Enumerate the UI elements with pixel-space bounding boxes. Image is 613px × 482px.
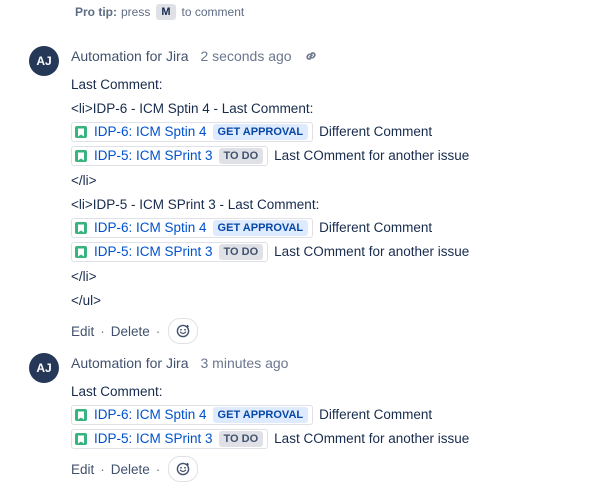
issue-line: IDP-5: ICM SPrint 3 TO DO Last COmment f…: [71, 429, 469, 449]
status-badge: GET APPROVAL: [212, 124, 309, 140]
pro-tip: Pro tip: press M to comment: [75, 4, 244, 20]
issue-comment-text: Different Comment: [319, 220, 433, 235]
issue-link[interactable]: IDP-5: ICM SPrint 3 TO DO: [71, 242, 269, 262]
add-reaction-icon: [176, 462, 190, 476]
issue-link[interactable]: IDP-6: ICM Sptin 4 GET APPROVAL: [71, 218, 314, 238]
issue-link[interactable]: IDP-6: ICM Sptin 4 GET APPROVAL: [71, 405, 314, 425]
comment-text-line: </ul>: [71, 293, 102, 308]
issue-comment-text: Last COmment for another issue: [274, 148, 470, 163]
issue-key[interactable]: IDP-6: ICM Sptin 4: [94, 218, 207, 238]
issue-line: IDP-6: ICM Sptin 4 GET APPROVAL Differen…: [71, 405, 432, 425]
link-icon[interactable]: [304, 49, 318, 63]
comment-author[interactable]: Automation for Jira: [71, 48, 189, 64]
comment-text-line: <li>IDP-6 - ICM Sptin 4 - Last Comment:: [71, 101, 314, 116]
comment-author[interactable]: Automation for Jira: [71, 355, 189, 371]
issue-key[interactable]: IDP-5: ICM SPrint 3: [94, 429, 213, 449]
pro-tip-label: Pro tip:: [75, 5, 117, 19]
avatar[interactable]: AJ: [29, 46, 59, 76]
issue-link[interactable]: IDP-5: ICM SPrint 3 TO DO: [71, 146, 269, 166]
story-icon: [75, 433, 87, 445]
comment-text-line: </li>: [71, 173, 97, 188]
status-badge: GET APPROVAL: [212, 407, 309, 423]
comment-text-line: </li>: [71, 269, 97, 284]
comment-text-line: Last Comment:: [71, 384, 163, 399]
delete-button[interactable]: Delete: [111, 324, 150, 339]
issue-line: IDP-6: ICM Sptin 4 GET APPROVAL Differen…: [71, 122, 432, 142]
delete-button[interactable]: Delete: [111, 462, 150, 477]
add-reaction-button[interactable]: [168, 456, 199, 482]
status-badge: GET APPROVAL: [212, 220, 309, 236]
comment-text-line: <li>IDP-5 - ICM SPrint 3 - Last Comment:: [71, 197, 320, 212]
comment-timestamp[interactable]: 3 minutes ago: [201, 355, 289, 371]
issue-key[interactable]: IDP-6: ICM Sptin 4: [94, 122, 207, 142]
issue-key[interactable]: IDP-5: ICM SPrint 3: [94, 242, 213, 262]
issue-comment-text: Last COmment for another issue: [274, 431, 470, 446]
story-icon: [75, 150, 87, 162]
issue-comment-text: Last COmment for another issue: [274, 244, 470, 259]
add-reaction-icon: [176, 324, 190, 338]
story-icon: [75, 246, 87, 258]
separator: ·: [155, 323, 161, 339]
pro-tip-text-before: press: [121, 5, 151, 19]
issue-key[interactable]: IDP-5: ICM SPrint 3: [94, 146, 213, 166]
edit-button[interactable]: Edit: [71, 324, 94, 339]
separator: ·: [155, 461, 161, 477]
issue-key[interactable]: IDP-6: ICM Sptin 4: [94, 405, 207, 425]
issue-line: IDP-5: ICM SPrint 3 TO DO Last COmment f…: [71, 146, 469, 166]
story-icon: [75, 222, 87, 234]
issue-link[interactable]: IDP-5: ICM SPrint 3 TO DO: [71, 429, 269, 449]
comment-text-line: Last Comment:: [71, 77, 163, 92]
separator: ·: [100, 461, 105, 477]
edit-button[interactable]: Edit: [71, 462, 94, 477]
issue-link[interactable]: IDP-6: ICM Sptin 4 GET APPROVAL: [71, 122, 314, 142]
separator: ·: [100, 323, 105, 339]
avatar[interactable]: AJ: [29, 353, 59, 383]
status-badge: TO DO: [218, 431, 264, 447]
keyboard-shortcut-key: M: [156, 4, 176, 20]
status-badge: TO DO: [218, 148, 264, 164]
issue-line: IDP-5: ICM SPrint 3 TO DO Last COmment f…: [71, 242, 469, 262]
add-reaction-button[interactable]: [168, 318, 199, 344]
issue-line: IDP-6: ICM Sptin 4 GET APPROVAL Differen…: [71, 218, 432, 238]
status-badge: TO DO: [218, 244, 264, 260]
story-icon: [75, 126, 87, 138]
comment-actions: Edit · Delete ·: [71, 456, 199, 482]
comment-timestamp[interactable]: 2 seconds ago: [201, 48, 292, 64]
story-icon: [75, 409, 87, 421]
pro-tip-text-after: to comment: [181, 5, 245, 19]
comment-actions: Edit · Delete ·: [71, 318, 199, 344]
issue-comment-text: Different Comment: [319, 407, 433, 422]
issue-comment-text: Different Comment: [319, 124, 433, 139]
